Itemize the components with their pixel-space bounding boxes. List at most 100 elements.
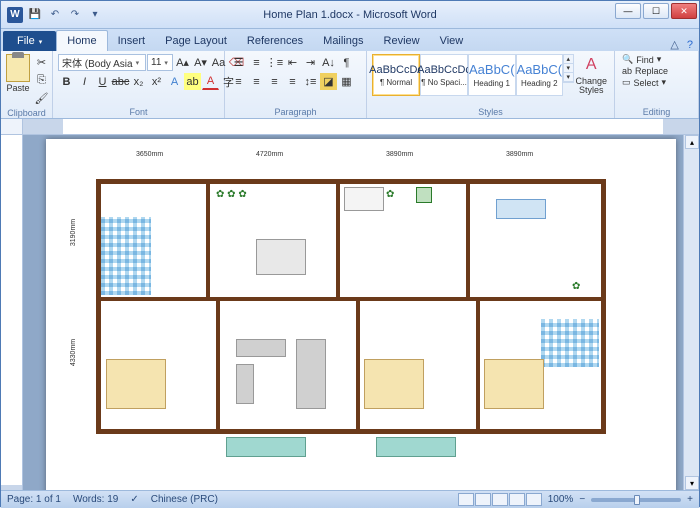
find-button[interactable]: 🔍Find ▾ <box>620 54 670 65</box>
minimize-button[interactable]: — <box>615 3 641 19</box>
plant-icon: ✿ <box>572 281 580 292</box>
tab-insert[interactable]: Insert <box>108 31 156 51</box>
shading-icon[interactable]: ◪ <box>320 73 337 90</box>
cut-icon[interactable]: ✂ <box>33 54 50 71</box>
qat-redo-icon[interactable]: ↷ <box>67 7 83 23</box>
ribbon-minimize-icon[interactable]: △ <box>670 38 678 51</box>
paste-icon <box>6 54 30 82</box>
replace-icon: ab <box>622 66 632 76</box>
clipboard-group-label: Clipboard <box>6 107 47 118</box>
underline-button[interactable]: U <box>94 73 111 90</box>
font-family-combo[interactable]: 宋体 (Body Asia <box>58 54 146 71</box>
change-styles-icon: A <box>580 54 602 76</box>
view-draft[interactable] <box>526 493 542 506</box>
status-words[interactable]: Words: 19 <box>73 494 118 505</box>
sofa <box>236 339 286 357</box>
bathroom-tile <box>101 217 151 295</box>
style-nospacing[interactable]: AaBbCcDc ¶ No Spaci... <box>420 54 468 96</box>
tab-review[interactable]: Review <box>374 31 430 51</box>
plant-icon: ✿ ✿ ✿ <box>216 189 247 200</box>
indent-inc-icon[interactable]: ⇥ <box>302 54 319 71</box>
line-spacing-icon[interactable]: ↕≡ <box>302 73 319 90</box>
paste-button[interactable]: Paste <box>6 54 30 93</box>
appliance <box>416 187 432 203</box>
style-heading1[interactable]: AaBbC( Heading 1 <box>468 54 516 96</box>
font-size-combo[interactable]: 11 <box>147 54 173 71</box>
subscript-button[interactable]: x₂ <box>130 73 147 90</box>
qat-customize-icon[interactable]: ▾ <box>87 7 103 23</box>
qat-save-icon[interactable]: 💾 <box>27 7 43 23</box>
styles-group-label: Styles <box>372 106 609 117</box>
qat-undo-icon[interactable]: ↶ <box>47 7 63 23</box>
style-heading2[interactable]: AaBbC( Heading 2 <box>516 54 564 96</box>
zoom-out-button[interactable]: − <box>579 494 585 505</box>
cabinet <box>344 187 384 211</box>
view-outline[interactable] <box>509 493 525 506</box>
status-language[interactable]: Chinese (PRC) <box>151 494 218 505</box>
font-group-label: Font <box>58 106 219 117</box>
maximize-button[interactable]: ☐ <box>643 3 669 19</box>
copy-icon[interactable]: ⎘ <box>33 72 50 89</box>
editing-group-label: Editing <box>620 106 693 117</box>
bed <box>106 359 166 409</box>
tab-references[interactable]: References <box>237 31 313 51</box>
bathroom-tile-2 <box>541 319 599 367</box>
indent-dec-icon[interactable]: ⇤ <box>284 54 301 71</box>
font-color-icon[interactable]: A <box>202 73 219 90</box>
counter <box>496 199 546 219</box>
replace-button[interactable]: abReplace <box>620 66 670 76</box>
styles-gallery-scroll[interactable]: ▴▾▾ <box>563 54 573 83</box>
align-left-icon[interactable]: ≡ <box>230 73 247 90</box>
tab-home[interactable]: Home <box>56 30 107 51</box>
view-web-layout[interactable] <box>492 493 508 506</box>
ruler-horizontal[interactable] <box>23 119 699 135</box>
status-proof-icon[interactable]: ✓ <box>130 494 138 505</box>
tab-mailings[interactable]: Mailings <box>313 31 373 51</box>
help-icon[interactable]: ? <box>687 39 693 51</box>
view-print-layout[interactable] <box>458 493 474 506</box>
bullets-icon[interactable]: ☰ <box>230 54 247 71</box>
bold-button[interactable]: B <box>58 73 75 90</box>
page: 3650mm 4720mm 3890mm 3890mm 3560mm 3680m… <box>46 139 676 490</box>
change-styles-button[interactable]: A Change Styles <box>574 54 609 95</box>
align-center-icon[interactable]: ≡ <box>248 73 265 90</box>
status-page[interactable]: Page: 1 of 1 <box>7 494 61 505</box>
align-right-icon[interactable]: ≡ <box>266 73 283 90</box>
zoom-slider[interactable] <box>591 498 681 502</box>
style-normal[interactable]: AaBbCcDc ¶ Normal <box>372 54 420 96</box>
tab-view[interactable]: View <box>430 31 474 51</box>
justify-icon[interactable]: ≡ <box>284 73 301 90</box>
scrollbar-vertical[interactable] <box>683 135 699 490</box>
plant-icon: ✿ <box>386 189 394 200</box>
numbering-icon[interactable]: ≡ <box>248 54 265 71</box>
multilevel-icon[interactable]: ⋮≡ <box>266 54 283 71</box>
find-icon: 🔍 <box>622 54 633 65</box>
text-effects-icon[interactable]: A <box>166 73 183 90</box>
zoom-in-button[interactable]: + <box>687 494 693 505</box>
bed <box>484 359 544 409</box>
highlight-icon[interactable]: ab <box>184 73 201 90</box>
view-full-screen[interactable] <box>475 493 491 506</box>
strike-button[interactable]: abc <box>112 73 129 90</box>
superscript-button[interactable]: x² <box>148 73 165 90</box>
ruler-vertical[interactable] <box>1 135 23 490</box>
tab-page-layout[interactable]: Page Layout <box>155 31 237 51</box>
patio <box>226 437 306 457</box>
show-marks-icon[interactable]: ¶ <box>338 54 355 71</box>
select-button[interactable]: ▭Select ▾ <box>620 77 670 88</box>
sort-icon[interactable]: A↓ <box>320 54 337 71</box>
document-area[interactable]: 3650mm 4720mm 3890mm 3890mm 3560mm 3680m… <box>23 135 699 490</box>
borders-icon[interactable]: ▦ <box>338 73 355 90</box>
close-button[interactable]: ✕ <box>671 3 697 19</box>
file-tab[interactable]: File <box>3 31 56 51</box>
patio <box>376 437 456 457</box>
sofa <box>236 364 254 404</box>
select-icon: ▭ <box>622 77 631 88</box>
dining-table <box>256 239 306 275</box>
grow-font-icon[interactable]: A▴ <box>174 54 191 71</box>
app-icon: W <box>7 7 23 23</box>
italic-button[interactable]: I <box>76 73 93 90</box>
zoom-level[interactable]: 100% <box>548 494 574 505</box>
format-painter-icon[interactable]: 🖌 <box>33 90 50 107</box>
shrink-font-icon[interactable]: A▾ <box>192 54 209 71</box>
